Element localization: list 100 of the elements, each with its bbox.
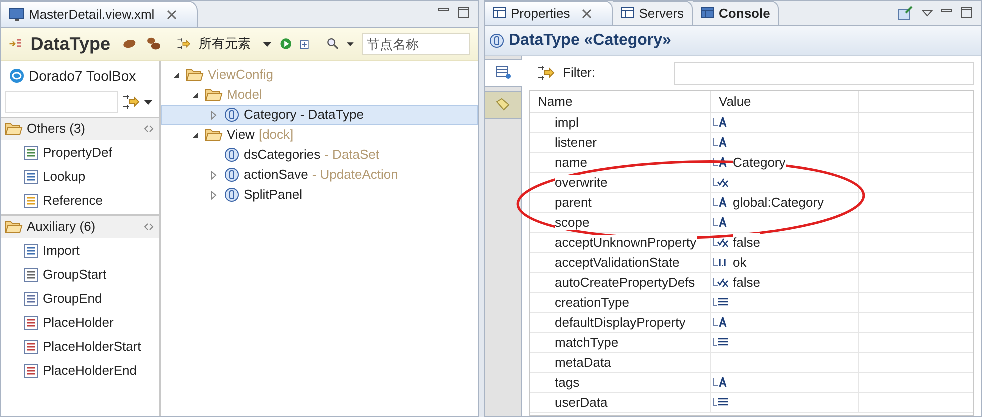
dropdown-arrow-icon[interactable] [347,42,354,46]
toolbox-item[interactable]: Lookup [1,165,159,189]
property-name: matchType [555,335,619,350]
filter-dropdown-label[interactable]: 所有元素 [198,34,251,54]
toolbox-group-header[interactable]: Auxiliary (6) [1,216,159,238]
tree-item-label: View [227,126,255,144]
component-icon [23,315,39,331]
component-icon [23,243,39,259]
expanded-arrow-icon[interactable] [172,72,180,78]
check-type-icon [713,277,729,288]
toolbox-title: Dorado7 ToolBox [29,66,136,86]
toolbox-item[interactable]: GroupEnd [1,287,159,311]
property-name: listener [555,135,597,150]
property-name: creationType [555,295,630,310]
text-type-icon [713,197,729,208]
node-icon [224,187,240,203]
text-type-icon [713,217,729,228]
toolbox-group-header[interactable]: Others (3) [1,118,159,140]
maximize-icon[interactable] [961,7,973,19]
property-name: defaultDisplayProperty [555,315,686,330]
text-type-icon [713,137,729,148]
dropdown-arrow-icon[interactable] [144,100,153,104]
toolbox-search-field[interactable] [5,91,118,113]
play-icon[interactable] [280,36,292,52]
toolbox-item[interactable]: PlaceHolder [1,311,159,335]
toolbox-item[interactable]: Import [1,239,159,263]
property-value[interactable] [711,173,859,192]
property-name: autoCreatePropertyDefs [555,275,696,290]
folder-icon [5,220,23,234]
text-type-icon [713,317,729,328]
tree-item-label: actionSave [244,166,308,184]
collapse-icon[interactable] [143,223,155,231]
folder-icon [186,68,204,82]
filter-icon[interactable] [122,94,140,110]
toolbox-item[interactable]: PropertyDef [1,141,159,165]
bean-icon[interactable] [122,37,138,51]
component-icon [23,363,39,379]
view-menu-icon[interactable] [922,10,933,16]
search-icon[interactable] [326,36,340,52]
check-type-icon [713,177,729,188]
property-name: userData [555,395,608,410]
side-tab[interactable] [485,59,522,87]
property-value[interactable] [711,213,859,232]
property-value[interactable]: false [711,233,859,252]
search-field[interactable]: 节点名称 [362,33,470,55]
properties-title: DataType «Category» [509,30,672,50]
tree-item[interactable]: dsCategories - DataSet [161,145,478,165]
toolbox-item[interactable]: PlaceHolderStart [1,335,159,359]
toolbox-item[interactable]: PlaceHolderEnd [1,359,159,383]
collapsed-arrow-icon[interactable] [211,190,217,200]
filter-icon[interactable] [177,36,191,52]
filter-icon [537,65,555,81]
editor-tab[interactable]: MasterDetail.view.xml [1,1,198,27]
tree-item-type: - DataSet [324,146,380,164]
column-header[interactable]: Name [530,91,711,112]
property-name: metaData [555,355,612,370]
property-value[interactable]: Category [711,153,859,172]
tree-item[interactable]: actionSave - UpdateAction [161,165,478,185]
tree-item-label: ViewConfig [208,66,274,84]
expanded-arrow-icon[interactable] [192,132,198,138]
text-type-icon [713,117,729,128]
view-tab[interactable]: Properties [485,1,614,25]
column-header[interactable]: Value [711,91,859,112]
pin-icon[interactable] [898,5,914,21]
view-icon [493,7,507,20]
view-tab[interactable]: Console [693,1,780,25]
check-type-icon [713,237,729,248]
tree-item[interactable]: View [dock] [161,125,478,145]
component-icon [23,291,39,307]
close-icon[interactable] [582,8,592,18]
maximize-icon[interactable] [458,7,470,19]
folder-icon [205,128,223,142]
component-icon [23,193,39,209]
filter-field[interactable] [674,62,974,84]
close-icon[interactable] [166,10,177,20]
collapsed-arrow-icon[interactable] [211,110,217,120]
property-name: impl [555,115,579,130]
property-name: acceptUnknownProperty [555,235,697,250]
tree-item[interactable]: SplitPanel [161,185,478,205]
dropdown-arrow-icon[interactable] [262,42,272,46]
monitor-icon [9,8,25,22]
node-icon [489,32,505,48]
tree-item-type: [dock] [258,126,294,144]
text-type-icon [713,377,729,388]
folder-icon [205,88,223,102]
collapse-icon[interactable] [143,125,155,133]
tree-item-type: - UpdateAction [312,166,398,184]
tree-item-label: SplitPanel [244,186,303,204]
node-icon [224,107,240,123]
tree-item-label: Model [227,86,262,104]
expanded-arrow-icon[interactable] [192,92,198,98]
list-type-icon [713,397,729,408]
toolbox-item[interactable]: Reference [1,189,159,213]
component-icon [23,339,39,355]
collapsed-arrow-icon[interactable] [211,170,217,180]
property-value[interactable]: false [711,273,859,292]
view-tab[interactable]: Servers [613,1,694,25]
toolbox-item[interactable]: GroupStart [1,263,159,287]
tree-item[interactable]: Category - DataType [161,105,478,125]
property-value[interactable]: ok [711,253,859,272]
